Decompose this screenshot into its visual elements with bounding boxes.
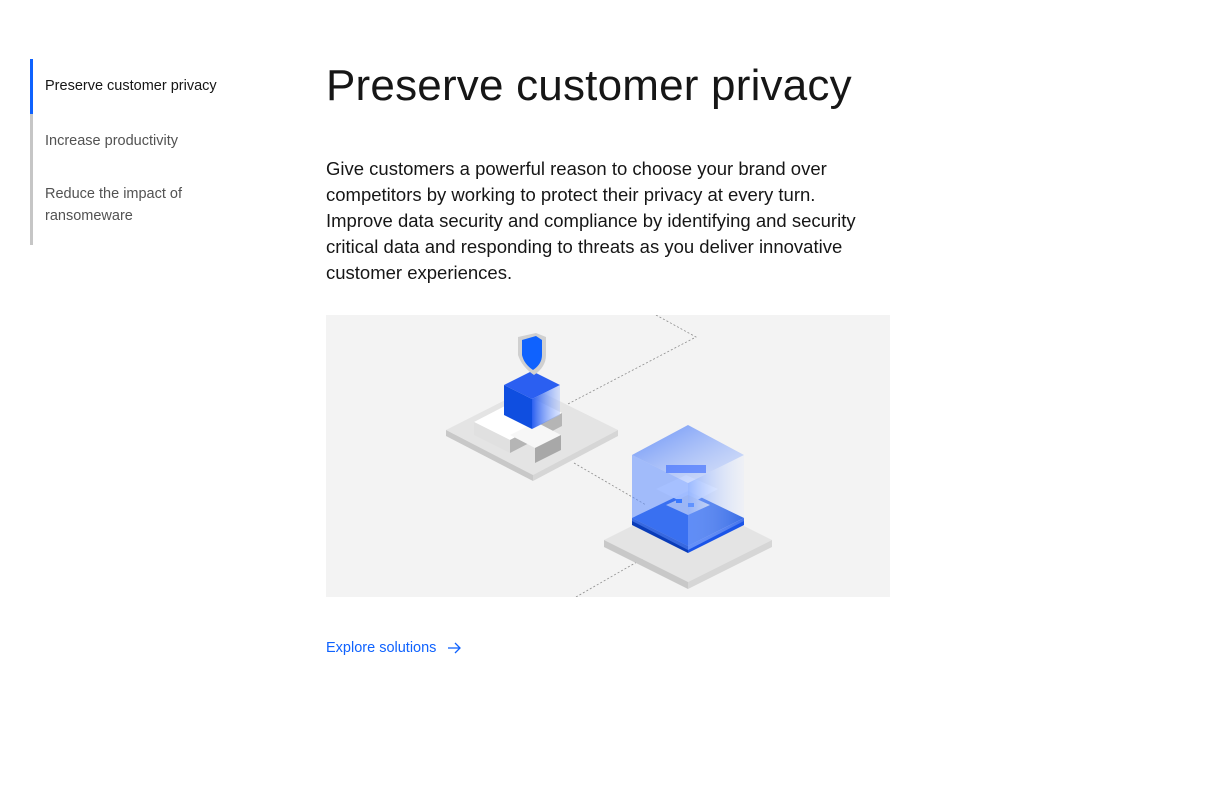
arrow-right-icon (446, 640, 462, 656)
right-platform (604, 425, 772, 589)
explore-solutions-label: Explore solutions (326, 640, 437, 656)
description-paragraph: Give customers a powerful reason to choo… (326, 158, 856, 283)
illustration-svg (446, 315, 772, 597)
isometric-privacy-illustration (326, 315, 890, 597)
left-platform (446, 333, 618, 481)
explore-solutions-link[interactable]: Explore solutions (326, 638, 462, 658)
sidenav-item-reduce-ransomware-impact[interactable]: Reduce the impact of ransomeware (33, 169, 263, 245)
sidenav-item-increase-productivity[interactable]: Increase productivity (33, 114, 263, 169)
sidenav-item-preserve-customer-privacy[interactable]: Preserve customer privacy (30, 59, 263, 114)
page-title: Preserve customer privacy (326, 61, 852, 110)
side-navigation: Preserve customer privacy Increase produ… (30, 59, 263, 245)
